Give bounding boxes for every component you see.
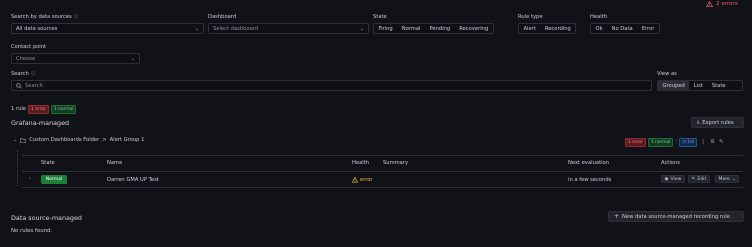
errors-count: 2 errors [716,1,738,7]
group-error-badge: 1 error [625,138,646,147]
rule-count: 1 rule [11,106,27,113]
errors-indicator[interactable]: 2 errors [706,1,738,7]
summary-normal-badge: 1 normal [50,105,77,114]
health-filter-group: Ok No Data Error [590,23,660,34]
view-state-option[interactable]: State [707,81,730,90]
eye-icon: ◉ [664,176,669,182]
header-summary: Summary [383,160,409,166]
dashboard-select[interactable]: Select dashboard ⌄ [208,23,369,34]
rule-type-recording-option[interactable]: Recording [540,24,575,33]
grafana-managed-title: Grafana-managed [11,119,70,127]
export-icon: ⫰ [697,119,700,126]
header-state: State [41,160,55,166]
folder-icon [20,137,27,143]
clock-icon: ◷ [682,139,687,145]
group-interval-badge: ◷ 1m [679,138,698,147]
pencil-icon: ✎ [691,176,696,182]
settings-icon[interactable]: ⚙ [710,139,715,145]
chevron-down-icon[interactable]: ⌄ [13,137,17,143]
chevron-down-icon: ⌄ [194,25,199,32]
edit-button[interactable]: ✎ Edit [688,175,710,183]
group-normal-badge: 1 normal [647,138,674,147]
search-by-ds-label: Search by data sources ⓘ [11,14,79,20]
datasource-select[interactable]: All data sources ⌄ [11,23,204,34]
view-grouped-option[interactable]: Grouped [658,81,690,90]
warning-icon [706,1,713,7]
plus-icon: + [614,213,620,220]
divider: | [675,139,678,146]
edit-group-icon[interactable]: ✎ [719,139,724,145]
health-label: Health [590,14,608,20]
info-icon: ⓘ [73,15,79,20]
rule-type-filter-group: Alert Recording [518,23,577,34]
row-name[interactable]: Darren GMA UP Test [107,177,159,183]
datasource-managed-title: Data source-managed [11,214,82,222]
contact-point-label: Contact point [11,44,47,50]
chevron-down-icon: ⌄ [359,25,364,32]
info-icon: ⓘ [30,72,36,77]
rule-type-label: Rule type [518,14,543,20]
search-label: Search ⓘ [11,71,36,77]
no-rules-text: No rules found. [11,228,53,234]
header-actions: Actions [661,160,680,166]
alert-group-header[interactable]: ⌄ Custom Dashboards Folder > Alert Group… [13,137,144,143]
rule-type-alert-option[interactable]: Alert [519,24,540,33]
new-recording-rule-button[interactable]: + New data source-managed recording rule [608,211,744,222]
summary-error-badge: 1 error [28,105,49,114]
search-input[interactable]: Search [11,80,652,91]
state-firing-option[interactable]: Firing [374,24,397,33]
dashboard-label: Dashboard [208,14,237,20]
folder-name[interactable]: Custom Dashboards Folder [29,137,99,143]
view-button[interactable]: ◉ View [661,175,685,183]
breadcrumb-separator: > [102,137,107,143]
view-list-option[interactable]: List [689,81,707,90]
tree-line [17,150,18,186]
warning-icon [352,177,358,183]
state-normal-option[interactable]: Normal [397,24,425,33]
contact-point-select[interactable]: Choose ⌄ [11,53,140,64]
divider: | [702,139,704,146]
chevron-down-icon: ⌄ [731,176,736,182]
rule-summary: 1 rule 1 error 1 normal [11,105,77,114]
row-state-badge: Normal [41,175,67,184]
export-rules-button[interactable]: ⫰ Export rules [691,117,744,128]
state-recovering-option[interactable]: Recovering [455,24,493,33]
state-filter-group: Firing Normal Pending Recovering [373,23,494,34]
more-button[interactable]: More ⌄ [715,175,740,183]
row-next-eval: in a few seconds [568,177,612,183]
chevron-down-icon: ⌄ [130,55,135,62]
state-pending-option[interactable]: Pending [425,24,455,33]
state-label: State [373,14,387,20]
header-health: Health [352,160,370,166]
health-nodata-option[interactable]: No Data [607,24,637,33]
search-icon [16,82,22,89]
health-error-option[interactable]: Error [637,24,659,33]
row-expand-chevron[interactable]: › [29,176,31,182]
health-ok-option[interactable]: Ok [591,24,607,33]
view-as-label: View as [657,71,677,77]
view-as-group: Grouped List State [657,80,743,91]
header-name: Name [107,160,123,166]
header-next-eval: Next evaluation [568,160,610,166]
group-name: Alert Group 1 [109,137,145,143]
row-health: error [352,177,373,183]
group-status: 1 error 1 normal | ◷ 1m | ⚙ ✎ [625,138,723,147]
